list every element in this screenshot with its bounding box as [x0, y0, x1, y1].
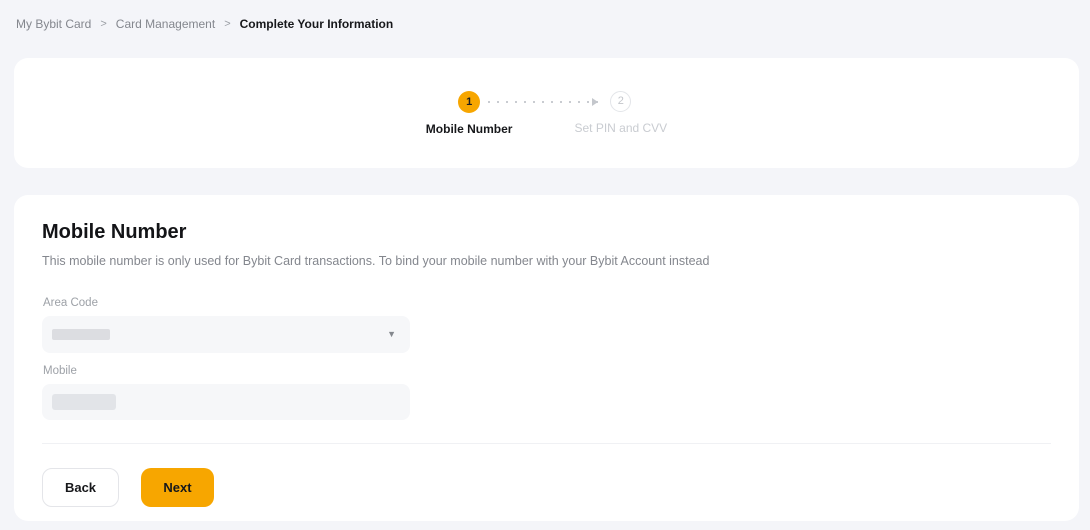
- page: My Bybit Card > Card Management > Comple…: [0, 0, 1090, 530]
- breadcrumb-current-page: Complete Your Information: [240, 17, 394, 32]
- step-2-label: Set PIN and CVV: [574, 121, 667, 135]
- back-button[interactable]: Back: [42, 468, 119, 507]
- area-code-label: Area Code: [43, 297, 410, 309]
- breadcrumb-card-management[interactable]: Card Management: [116, 17, 215, 32]
- stepper: 1 Mobile Number 2 Set PIN and CVV: [426, 91, 667, 136]
- next-button[interactable]: Next: [141, 468, 214, 507]
- stepper-card: 1 Mobile Number 2 Set PIN and CVV: [14, 58, 1079, 168]
- form-description: This mobile number is only used for Bybi…: [42, 253, 1051, 269]
- redacted-mobile-value: [52, 394, 116, 410]
- page-title: Mobile Number: [42, 221, 1051, 243]
- breadcrumb-my-bybit-card[interactable]: My Bybit Card: [16, 17, 91, 32]
- mobile-label: Mobile: [43, 365, 410, 377]
- breadcrumb: My Bybit Card > Card Management > Comple…: [0, 0, 1090, 58]
- step-mobile-number: 1 Mobile Number: [426, 91, 513, 136]
- mobile-field: Mobile: [42, 365, 410, 420]
- area-code-select[interactable]: ▼: [42, 316, 410, 353]
- step-1-label: Mobile Number: [426, 122, 513, 136]
- step-1-circle: 1: [458, 91, 480, 113]
- stepper-connector-arrow-icon: [488, 101, 598, 103]
- form-actions: Back Next: [42, 468, 1051, 507]
- area-code-field: Area Code ▼: [42, 297, 410, 353]
- mobile-number-form-card: Mobile Number This mobile number is only…: [14, 195, 1079, 521]
- step-2-circle: 2: [610, 91, 631, 112]
- mobile-input[interactable]: [42, 384, 410, 420]
- breadcrumb-separator-icon: >: [224, 17, 230, 32]
- chevron-down-icon: ▼: [387, 330, 396, 339]
- redacted-area-code-value: [52, 329, 110, 340]
- breadcrumb-separator-icon: >: [100, 17, 106, 32]
- step-set-pin-cvv: 2 Set PIN and CVV: [574, 91, 667, 135]
- divider: [42, 443, 1051, 444]
